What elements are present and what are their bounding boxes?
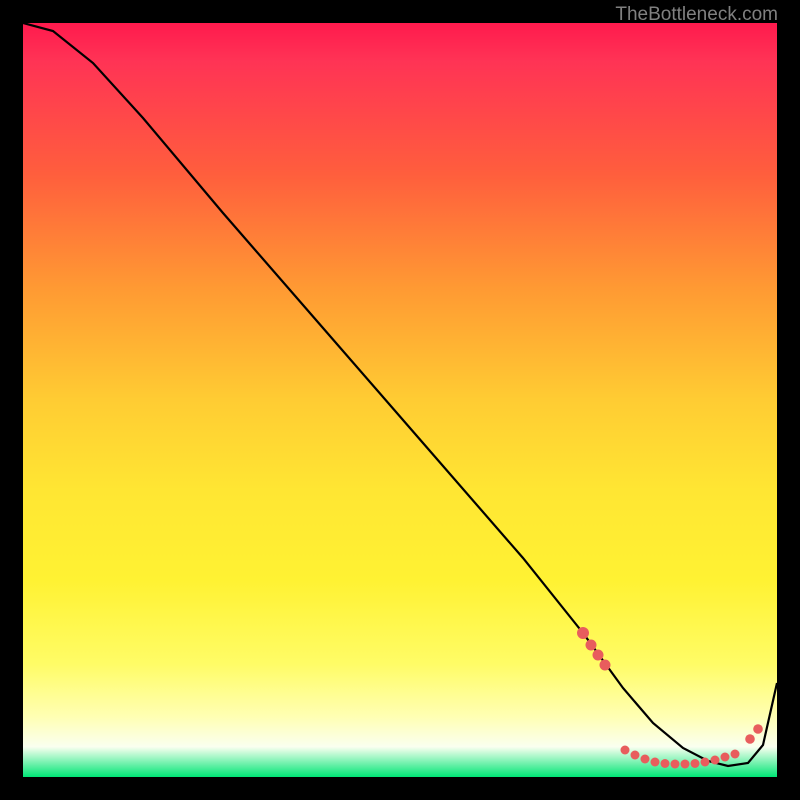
- watermark-text: TheBottleneck.com: [615, 4, 778, 26]
- chart-curve: [23, 23, 777, 777]
